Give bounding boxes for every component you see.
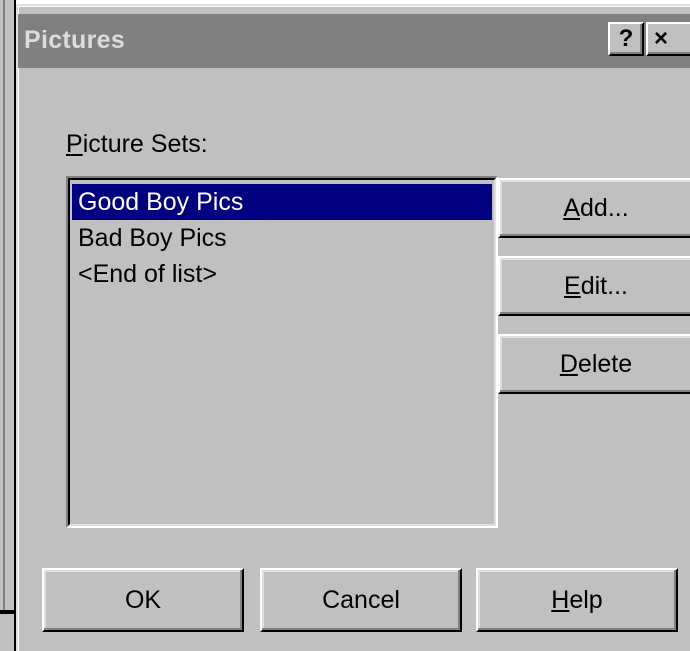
close-icon[interactable]: × [646, 22, 690, 56]
delete-button[interactable]: Delete [498, 334, 690, 394]
listbox-content: Good Boy Pics Bad Boy Pics <End of list> [68, 178, 496, 526]
cancel-button[interactable]: Cancel [260, 568, 462, 632]
list-item[interactable]: <End of list> [72, 256, 492, 292]
screen: Pictures ? × Picture Sets: Good Boy Pics… [0, 0, 690, 651]
help-button-rest: elp [569, 585, 603, 614]
help-button[interactable]: Help [476, 568, 678, 632]
help-icon[interactable]: ? [608, 22, 644, 56]
picture-sets-label: Picture Sets: [66, 130, 208, 159]
edit-button-mnemonic: E [564, 271, 581, 300]
ok-button-label: OK [124, 585, 162, 614]
add-button[interactable]: Add... [498, 178, 690, 238]
picture-sets-label-rest: icture Sets: [82, 130, 208, 158]
add-button-mnemonic: A [563, 193, 581, 222]
delete-button-rest: elete [577, 349, 633, 378]
background-window-corner [0, 610, 14, 614]
dialog-title: Pictures [24, 26, 126, 54]
help-button-mnemonic: H [551, 585, 570, 614]
picture-sets-listbox[interactable]: Good Boy Pics Bad Boy Pics <End of list> [66, 176, 498, 528]
picture-sets-label-mnemonic: P [66, 130, 83, 158]
pictures-dialog: Pictures ? × Picture Sets: Good Boy Pics… [16, 4, 690, 651]
list-item[interactable]: Bad Boy Pics [72, 220, 492, 256]
list-item[interactable]: Good Boy Pics [72, 184, 492, 220]
cancel-button-label: Cancel [322, 585, 400, 614]
delete-button-mnemonic: D [559, 349, 578, 378]
edit-button[interactable]: Edit... [498, 256, 690, 316]
title-bar[interactable]: Pictures ? × [18, 14, 690, 68]
close-glyph: × [654, 25, 669, 52]
help-glyph: ? [618, 25, 634, 52]
background-window-edge [0, 0, 16, 651]
ok-button[interactable]: OK [42, 568, 244, 632]
add-button-rest: dd... [580, 193, 629, 222]
edit-button-rest: dit... [580, 271, 628, 300]
